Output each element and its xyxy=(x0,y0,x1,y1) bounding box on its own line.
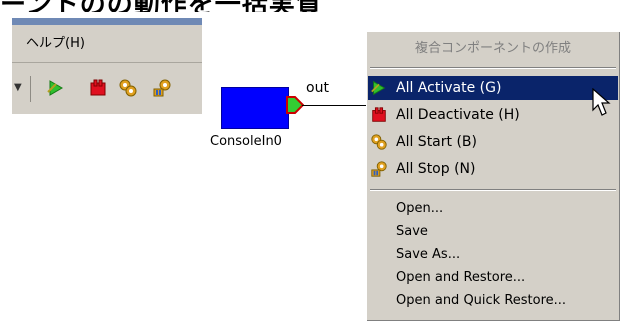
menu-item-open[interactable]: Open... xyxy=(368,197,618,221)
menu-item-all-start[interactable]: All Start (B) xyxy=(368,130,618,154)
component-block[interactable] xyxy=(221,87,289,129)
context-menu: 複合コンポーネントの作成 All Activate (G) All Deacti… xyxy=(366,31,620,321)
start-icon xyxy=(370,133,388,151)
page-heading: ーントのの動作を一括実質 xyxy=(0,0,621,12)
menu-separator xyxy=(370,67,616,68)
menu-separator xyxy=(370,189,616,190)
start-icon[interactable] xyxy=(118,78,138,98)
menu-item-open-and-restore[interactable]: Open and Restore... xyxy=(368,266,618,290)
activate-icon xyxy=(370,79,388,97)
menu-item-all-stop[interactable]: All Stop (N) xyxy=(368,157,618,181)
toolbar-chevron-icon[interactable]: ▼ xyxy=(14,82,22,93)
mouse-cursor-icon xyxy=(592,87,612,122)
deactivate-icon xyxy=(370,106,388,124)
stop-icon xyxy=(370,160,388,178)
component-name: ConsoleIn0 xyxy=(210,134,282,149)
menu-item-open-and-quick-restore[interactable]: Open and Quick Restore... xyxy=(368,289,618,313)
menu-help[interactable]: ヘルプ(H) xyxy=(26,32,85,51)
connection-wire xyxy=(302,105,366,106)
menu-item-save-as[interactable]: Save As... xyxy=(368,243,618,267)
stop-icon[interactable] xyxy=(152,78,172,98)
port-label: out xyxy=(306,80,329,96)
title-bar-strip xyxy=(12,18,202,25)
menu-item-all-activate[interactable]: All Activate (G) xyxy=(368,76,618,100)
out-port-icon[interactable] xyxy=(286,96,305,118)
toolbar-panel: ヘルプ(H) ▼ xyxy=(12,18,202,114)
activate-icon[interactable] xyxy=(46,78,66,98)
toolbar-grip[interactable] xyxy=(30,76,31,102)
menu-item-save[interactable]: Save xyxy=(368,220,618,244)
deactivate-icon[interactable] xyxy=(88,78,108,98)
create-composite-item[interactable]: 複合コンポーネントの作成 xyxy=(366,37,620,56)
toolbar-separator xyxy=(12,62,202,63)
menu-item-all-deactivate[interactable]: All Deactivate (H) xyxy=(368,103,618,127)
